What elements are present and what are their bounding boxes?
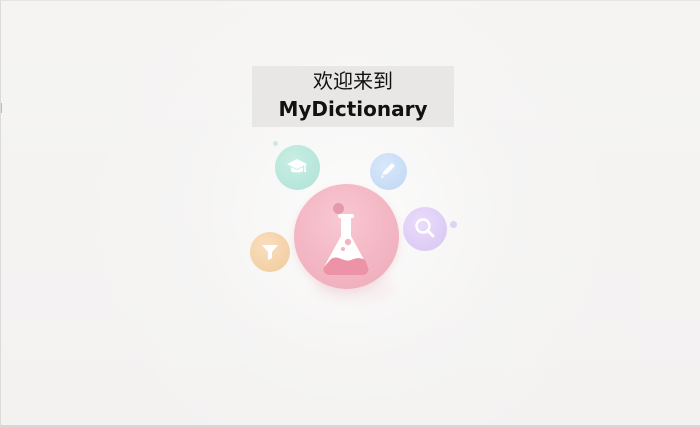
- welcome-greeting: 欢迎来到: [313, 69, 393, 93]
- app-name: MyDictionary: [278, 97, 428, 121]
- welcome-screen: 欢迎来到 MyDictionary: [0, 0, 700, 427]
- search-icon: [415, 218, 435, 238]
- flask-icon: [323, 214, 369, 275]
- pen-icon: [381, 163, 395, 178]
- window-edge-marker: [1, 103, 2, 113]
- graduation-cap-icon: [287, 159, 307, 173]
- welcome-banner: 欢迎来到 MyDictionary: [252, 66, 454, 127]
- filter-icon: [262, 245, 278, 260]
- decorative-dot: [450, 221, 457, 228]
- decorative-dot: [273, 141, 278, 146]
